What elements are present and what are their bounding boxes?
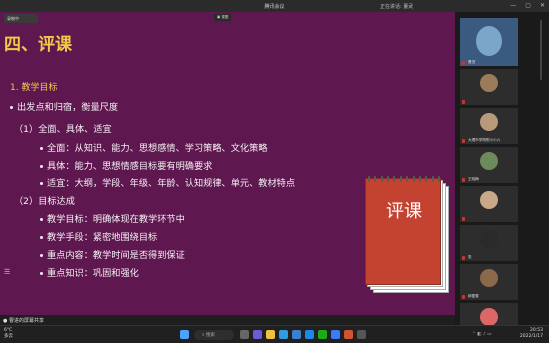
close-icon[interactable]: ✕ <box>540 2 545 9</box>
participant-avatar <box>480 74 498 92</box>
participant-avatar <box>480 308 498 326</box>
mic-muted-icon <box>462 295 465 299</box>
slide-line-text: 全面：从知识、能力、思想感情、学习策略、文化策略 <box>47 143 268 154</box>
bullet-icon <box>40 254 43 257</box>
clock-date: 2022/1/17 <box>519 334 543 339</box>
bullet-icon <box>40 147 43 150</box>
participant-tile[interactable]: 张 <box>460 225 518 261</box>
slide-line: （1）全面、具体、适宜 <box>14 121 112 135</box>
taskbar: 6°C 多云 ⌕ 搜索 ⌃ ◧ ♪ ▭ 20:53 2022/1/17 <box>0 325 549 343</box>
participant-name: 王晓梅 <box>468 177 479 181</box>
slide-line: 教学目标：明确体现在教学环节中 <box>40 211 185 225</box>
slide-line: （2）目标达成 <box>14 193 75 207</box>
weather-widget[interactable]: 6°C 多云 <box>4 328 13 340</box>
slide-line: 全面：从知识、能力、思想感情、学习策略、文化策略 <box>40 140 268 154</box>
search-placeholder: 搜索 <box>205 333 215 338</box>
view-toolbar[interactable]: ▣ 视图 <box>214 14 232 21</box>
weather-desc: 多云 <box>4 334 13 339</box>
slide-line-text: （2）目标达成 <box>14 196 75 207</box>
widgets-icon[interactable] <box>253 330 262 339</box>
share-notice: ● 曹进的屏幕共享 <box>3 318 44 324</box>
participant-panel: 曹进大理市学院附小小六王晓梅张柳盈雪林慧梅 <box>455 12 549 339</box>
window-title: 腾讯会议 <box>264 4 285 10</box>
participant-avatar <box>480 230 498 248</box>
file-explorer-icon[interactable] <box>266 330 275 339</box>
participant-avatar <box>480 191 498 209</box>
slide-line-text: 重点内容：教学时间是否得到保证 <box>47 250 185 261</box>
participant-tile[interactable]: 柳盈雪 <box>460 264 518 300</box>
participant-name: 张 <box>468 255 472 259</box>
mic-muted-icon <box>462 178 465 182</box>
slide-line: 适宜：大纲，学段、年级、年龄、认知规律、单元、教材特点 <box>40 175 295 189</box>
store-icon[interactable] <box>292 330 301 339</box>
participant-tile[interactable] <box>460 69 518 105</box>
participant-tile[interactable]: 王晓梅 <box>460 147 518 183</box>
share-notice-bar: ● 曹进的屏幕共享 <box>0 315 455 325</box>
participant-avatar <box>480 269 498 287</box>
recording-badge[interactable]: 录制中 <box>4 14 38 23</box>
notepad-label: 评课 <box>386 201 422 222</box>
slide-line-text: （1）全面、具体、适宜 <box>14 124 112 135</box>
slide-line: 教学手段：紧密地围绕目标 <box>40 229 157 243</box>
maximize-icon[interactable]: ▢ <box>525 2 531 9</box>
slide-line: 具体：能力、思想情感目标要有明确要求 <box>40 158 212 172</box>
powerpoint-icon[interactable] <box>344 330 353 339</box>
participant-name: 曹进 <box>468 60 476 64</box>
participant-avatar <box>476 26 502 56</box>
wechat-icon[interactable] <box>318 330 327 339</box>
slide-line: 出发点和归宿，衡量尺度 <box>10 99 118 113</box>
bullet-icon <box>40 272 43 275</box>
slide-line-text: 教学目标：明确体现在教学环节中 <box>47 214 185 225</box>
mail-icon[interactable] <box>305 330 314 339</box>
participant-name: 柳盈雪 <box>468 294 479 298</box>
mic-muted-icon <box>462 100 465 104</box>
participant-avatar <box>480 152 498 170</box>
bullet-icon <box>40 182 43 185</box>
slide-subheading: 1. 教学目标 <box>10 83 58 93</box>
bullet-icon <box>40 165 43 168</box>
participant-name: 大理市学院附小小六 <box>468 138 501 142</box>
participant-tile[interactable]: 曹进 <box>460 18 518 66</box>
clock[interactable]: 20:53 2022/1/17 <box>520 328 543 340</box>
recording-label: 录制中 <box>7 16 19 21</box>
meeting-icon[interactable] <box>331 330 340 339</box>
mic-muted-icon <box>462 256 465 260</box>
system-tray[interactable]: ⌃ ◧ ♪ ▭ <box>472 332 491 337</box>
speaking-indicator: 正在讲话: 董武 <box>380 4 414 10</box>
slide-line-text: 出发点和归宿，衡量尺度 <box>17 102 119 113</box>
title-bar: 腾讯会议 正在讲话: 董武 — ▢ ✕ <box>0 0 549 12</box>
minimize-icon[interactable]: — <box>510 2 516 9</box>
search-box[interactable]: ⌕ 搜索 <box>194 330 234 340</box>
slide-line: 重点知识：巩固和强化 <box>40 265 139 279</box>
start-icon[interactable] <box>180 330 189 339</box>
participant-tile[interactable]: 大理市学院附小小六 <box>460 108 518 144</box>
slide-line: 重点内容：教学时间是否得到保证 <box>40 247 185 261</box>
mic-muted-icon <box>462 61 465 65</box>
slide-line-text: 具体：能力、思想情感目标要有明确要求 <box>47 161 213 172</box>
panel-scrollbar[interactable] <box>540 20 542 80</box>
mic-muted-icon <box>462 217 465 221</box>
slide-line-text: 教学手段：紧密地围绕目标 <box>47 232 158 243</box>
bullet-icon <box>40 218 43 221</box>
bullet-icon <box>10 106 13 109</box>
slide-line-text: 适宜：大纲，学段、年级、年龄、认知规律、单元、教材特点 <box>47 178 296 189</box>
bullet-icon <box>40 236 43 239</box>
participant-tile[interactable] <box>460 186 518 222</box>
slide-line-text: 重点知识：巩固和强化 <box>47 268 139 279</box>
app-icon[interactable] <box>357 330 366 339</box>
task-view-icon[interactable] <box>240 330 249 339</box>
notepad-graphic: 评课 <box>365 176 450 293</box>
mic-muted-icon <box>462 139 465 143</box>
browser-icon[interactable] <box>279 330 288 339</box>
slide-menu-icon[interactable]: ☰ <box>4 268 10 276</box>
slide-heading: 四、评课 <box>4 35 72 55</box>
participant-avatar <box>480 113 498 131</box>
